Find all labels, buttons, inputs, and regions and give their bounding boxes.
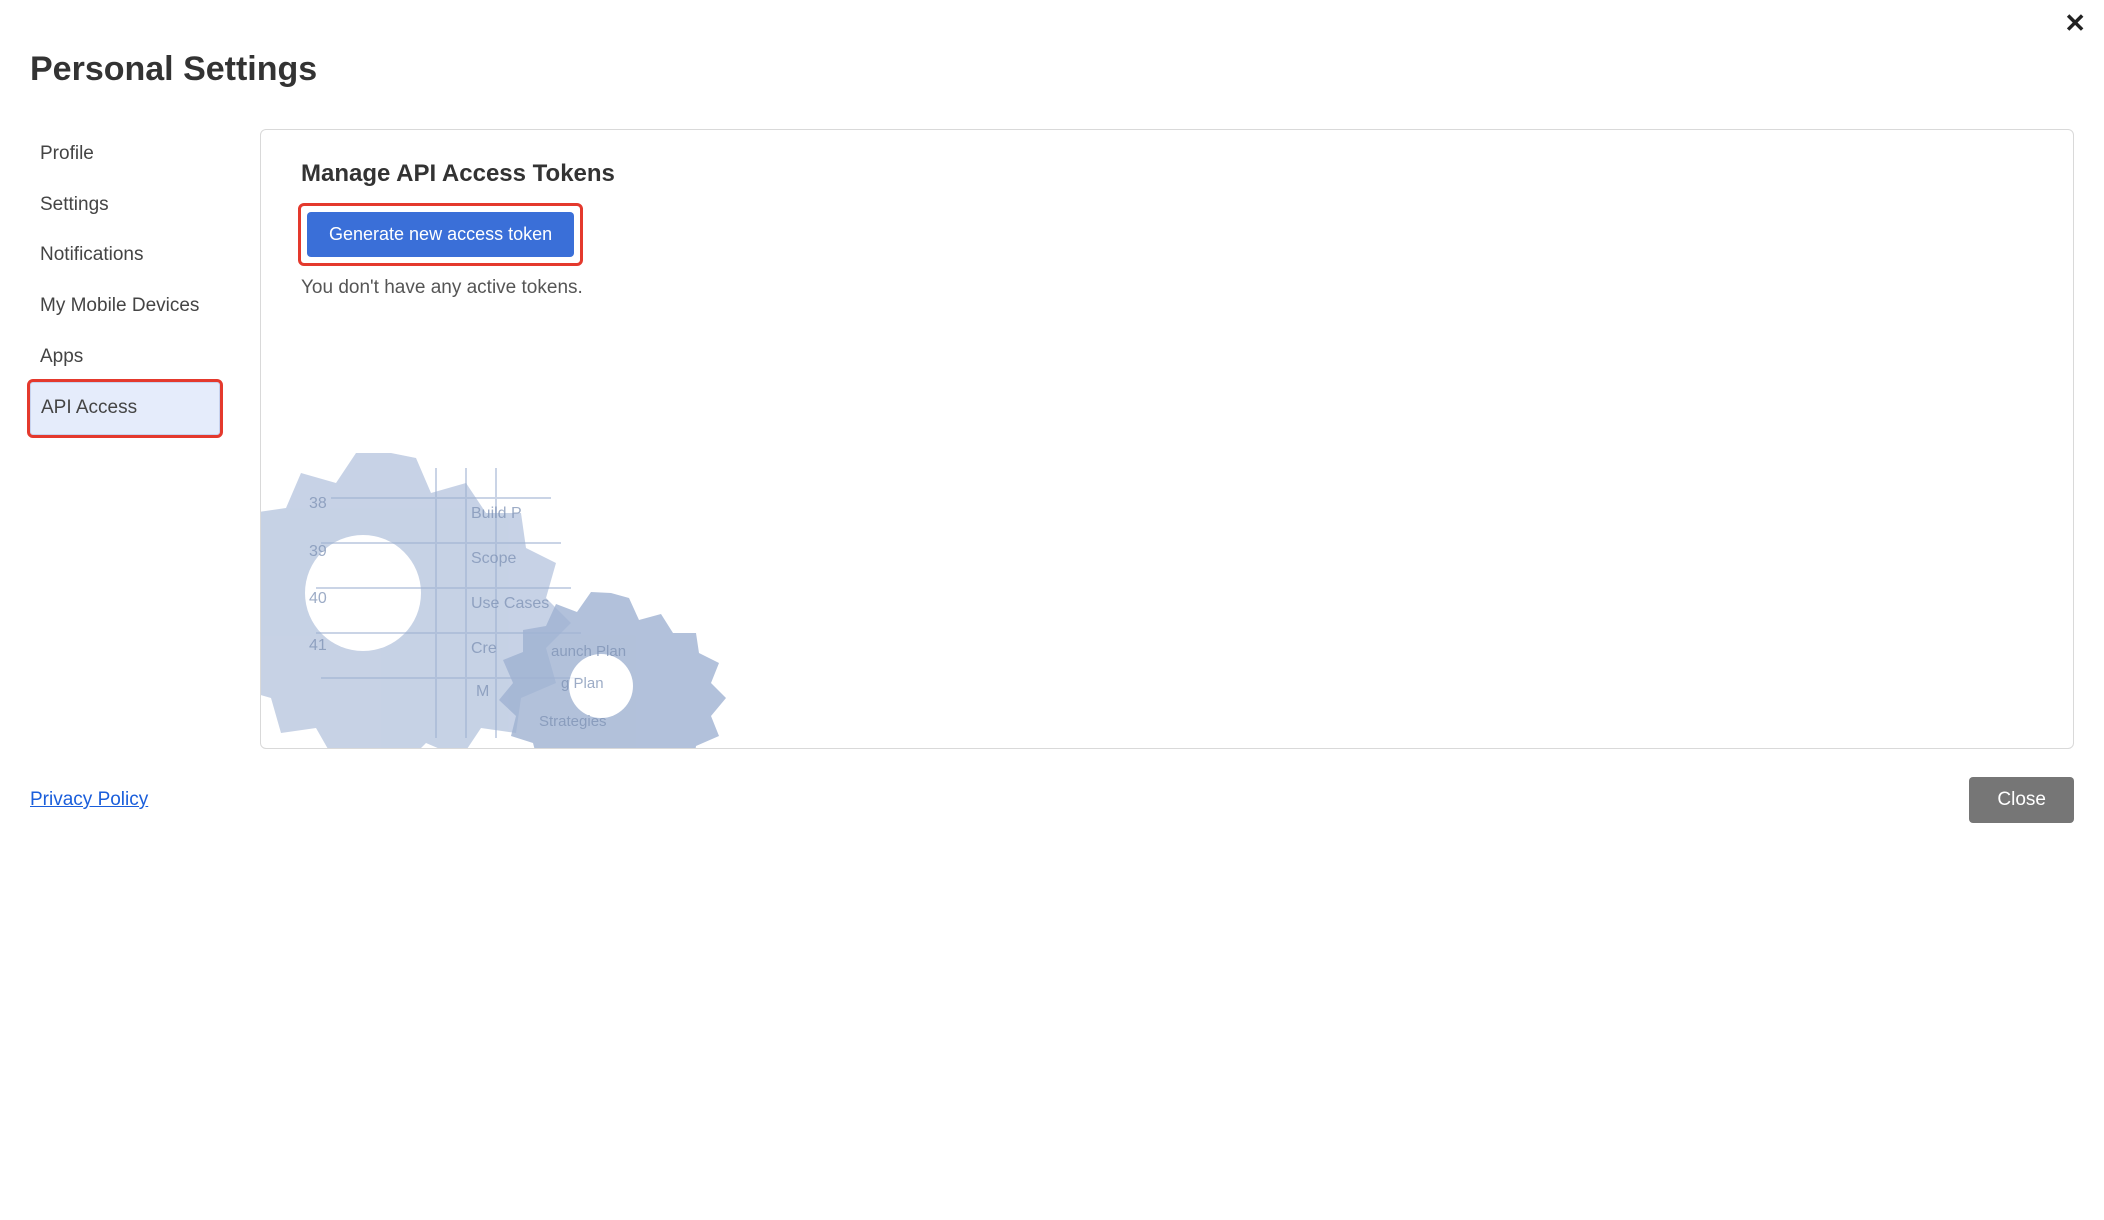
svg-text:39: 39 [309, 543, 327, 560]
svg-text:Use Cases: Use Cases [471, 595, 549, 612]
page-title: Personal Settings [30, 50, 2074, 89]
close-button[interactable]: Close [1969, 777, 2074, 823]
svg-text:Strategies: Strategies [539, 713, 607, 730]
sidebar-item-settings[interactable]: Settings [30, 180, 220, 231]
sidebar-item-my-mobile-devices[interactable]: My Mobile Devices [30, 281, 220, 332]
modal-footer: Privacy Policy Close [30, 777, 2074, 823]
privacy-policy-link[interactable]: Privacy Policy [30, 789, 148, 811]
svg-text:g Plan: g Plan [561, 675, 604, 692]
sidebar-item-apps[interactable]: Apps [30, 332, 220, 383]
svg-text:38: 38 [309, 495, 327, 512]
generate-token-button[interactable]: Generate new access token [307, 212, 574, 257]
modal-body: Profile Settings Notifications My Mobile… [30, 129, 2074, 749]
settings-sidebar: Profile Settings Notifications My Mobile… [30, 129, 230, 435]
svg-text:M: M [476, 683, 489, 700]
close-icon[interactable]: ✕ [2064, 10, 2086, 36]
generate-token-highlight: Generate new access token [301, 206, 580, 263]
no-tokens-message: You don't have any active tokens. [301, 277, 2033, 299]
panel-title: Manage API Access Tokens [301, 160, 2033, 188]
svg-text:Scope: Scope [471, 550, 516, 567]
sidebar-item-notifications[interactable]: Notifications [30, 230, 220, 281]
gears-illustration: 38 39 40 41 Build P Scope Use Cases Cre … [261, 438, 841, 748]
personal-settings-modal: ✕ Personal Settings Profile Settings Not… [0, 0, 2104, 1220]
sidebar-item-profile[interactable]: Profile [30, 129, 220, 180]
svg-text:Build P: Build P [471, 505, 522, 522]
svg-text:aunch Plan: aunch Plan [551, 643, 626, 660]
svg-text:41: 41 [309, 637, 327, 654]
svg-text:Cre: Cre [471, 640, 497, 657]
svg-text:40: 40 [309, 590, 327, 607]
api-access-panel: Manage API Access Tokens Generate new ac… [260, 129, 2074, 749]
sidebar-item-api-access[interactable]: API Access [30, 382, 220, 435]
